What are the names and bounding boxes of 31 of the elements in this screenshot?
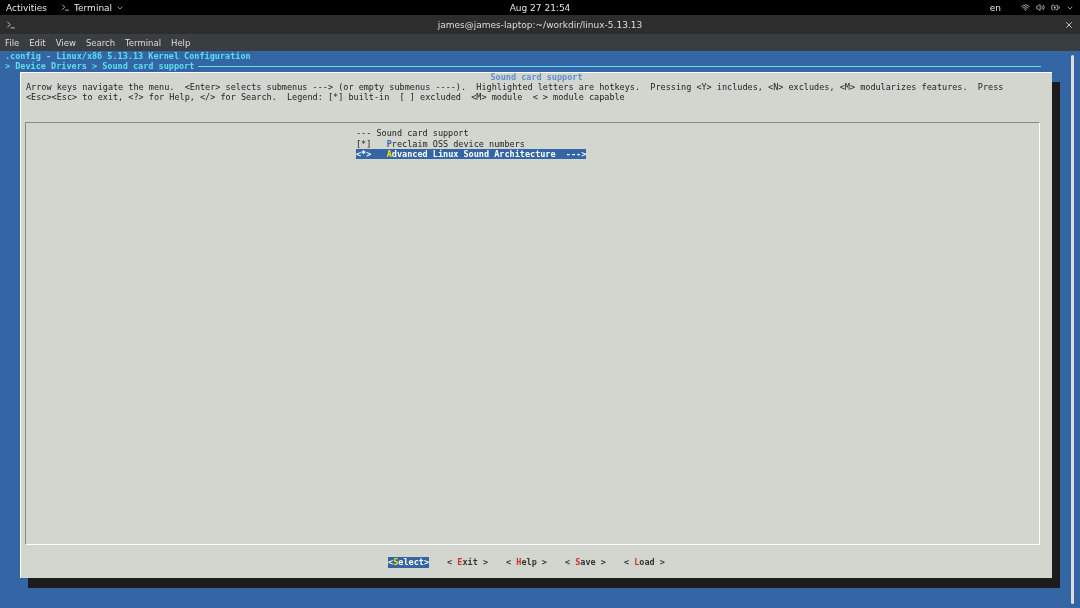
dialog-button[interactable]: < Exit > (447, 557, 488, 568)
menu-option[interactable]: <*> Advanced Linux Sound Architecture ---> (356, 149, 587, 160)
dialog-button[interactable]: < Load > (623, 557, 665, 568)
close-icon[interactable] (1064, 19, 1074, 30)
menu-item[interactable]: Search (85, 37, 116, 48)
breadcrumb: > Device Drivers > Sound card support (5, 61, 195, 72)
menu-item[interactable]: File (5, 37, 20, 48)
terminal-icon (61, 3, 71, 12)
help-text: <Esc><Esc> to exit, <?> for Help, </> for Search. Legend: [*] built-in [ ] excluded <M> module < > module capable (25, 92, 625, 103)
dialog-button[interactable]: < Help > (506, 557, 547, 568)
language-menu[interactable]: en (989, 2, 1001, 13)
help-text: Arrow keys navigate the menu. <Enter> selects submenus ---> (or empty submenus ----). Highlighted letters are hotkeys. Pressing <Y> includes, <N> excludes, <M> modularizes features. Press (25, 81, 1004, 93)
clock[interactable]: Aug 27 21:54 (509, 2, 571, 13)
menu-heading: --- Sound card support (356, 128, 469, 139)
dialog-title: Sound card support (490, 71, 583, 82)
wifi-icon[interactable] (1021, 3, 1030, 12)
menu-item[interactable]: Edit (29, 37, 46, 48)
menu-item[interactable]: View (55, 37, 76, 48)
app-menu[interactable]: Terminal (61, 2, 125, 13)
menu-option[interactable]: [*] Preclaim OSS device numbers (356, 138, 525, 150)
volume-icon[interactable] (1036, 3, 1045, 12)
battery-icon[interactable] (1051, 3, 1060, 12)
activities-button[interactable]: Activities (6, 2, 48, 13)
scrollbar[interactable] (1071, 55, 1074, 604)
window-title: james@james-laptop:~/workdir/linux-5.13.13 (437, 19, 643, 30)
terminal-icon (6, 19, 16, 30)
menu-item[interactable]: Help (171, 37, 191, 48)
config-title: .config - Linux/x86 5.13.13 Kernel Configuration (5, 51, 252, 62)
menu-item[interactable]: Terminal (125, 37, 161, 48)
dialog-button[interactable]: < Save > (565, 557, 606, 568)
dialog-button[interactable]: <Select> (388, 557, 430, 568)
